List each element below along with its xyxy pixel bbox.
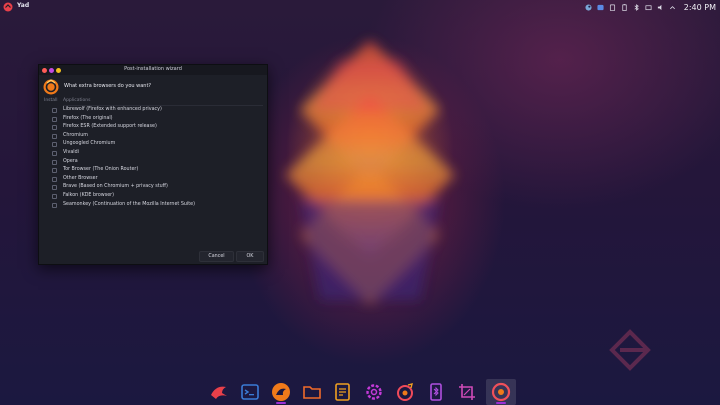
- clipboard-icon[interactable]: [609, 4, 616, 11]
- title-bar[interactable]: Post-installation wizard: [39, 65, 267, 75]
- text-editor-icon[interactable]: [332, 381, 354, 403]
- settings-gear-icon[interactable]: [363, 381, 385, 403]
- system-tray: 2:40 PM: [585, 1, 716, 13]
- column-header-applications[interactable]: Applications: [63, 98, 91, 103]
- active-app-name: Yad: [17, 2, 30, 9]
- post-installation-wizard-window: Post-installation wizard What extra brow…: [38, 64, 268, 265]
- dialog-question: What extra browsers do you want?: [64, 83, 152, 89]
- app-label: Ungoogled Chromium: [63, 141, 116, 147]
- app-label: Brave (Based on Chromium + privacy stuff…: [63, 184, 168, 190]
- app-label: Firefox ESR (Extended support release): [63, 124, 157, 130]
- window-title: Post-installation wizard: [124, 66, 182, 72]
- app-label: Chromium: [63, 132, 88, 138]
- network-icon[interactable]: [645, 4, 652, 11]
- terminal-icon[interactable]: [239, 381, 261, 403]
- steam-icon[interactable]: [585, 3, 592, 11]
- app-label: Tor Browser (The Onion Router): [63, 167, 139, 173]
- app-label: Librewolf (Firefox with enhanced privacy…: [63, 107, 162, 112]
- garuda-assistant-icon[interactable]: [394, 381, 416, 403]
- install-checkbox[interactable]: [52, 125, 57, 131]
- bluetooth-icon[interactable]: [633, 3, 640, 11]
- install-checkbox[interactable]: [52, 151, 57, 156]
- running-indicator: [496, 402, 506, 404]
- install-checkbox[interactable]: [52, 116, 57, 122]
- list-item[interactable]: Seamonkey (Continuation of the Mozilla I…: [39, 201, 267, 210]
- install-checkbox[interactable]: [52, 202, 57, 208]
- app-label: Seamonkey (Continuation of the Mozilla I…: [63, 201, 195, 207]
- app-label: Vivaldi: [63, 150, 79, 155]
- garuda-logo-icon[interactable]: [3, 2, 13, 12]
- install-checkbox[interactable]: [52, 142, 57, 148]
- app-label: Falkon (KDE browser): [63, 193, 115, 198]
- install-checkbox[interactable]: [52, 108, 57, 113]
- column-header-install[interactable]: Install: [44, 98, 58, 103]
- cancel-button[interactable]: Cancel: [199, 251, 234, 262]
- app-label: Firefox (The original): [63, 115, 113, 121]
- install-checkbox[interactable]: [52, 159, 57, 165]
- volume-icon[interactable]: [657, 4, 664, 11]
- app-label: Opera: [63, 158, 78, 164]
- discord-icon[interactable]: [597, 4, 604, 11]
- app-label: Other Browser: [63, 175, 98, 181]
- screenshot-crop-icon[interactable]: [456, 381, 478, 403]
- install-checkbox[interactable]: [52, 133, 57, 139]
- running-indicator: [276, 402, 286, 404]
- install-checkbox[interactable]: [52, 194, 57, 199]
- dock: [206, 379, 518, 405]
- install-checkbox[interactable]: [52, 168, 57, 174]
- phone-connect-icon[interactable]: [425, 381, 447, 403]
- clock[interactable]: 2:40 PM: [684, 3, 716, 12]
- battery-icon[interactable]: [621, 3, 628, 11]
- firedragon-browser-icon[interactable]: [270, 381, 292, 403]
- garuda-dialog-icon: [43, 79, 59, 95]
- install-checkbox[interactable]: [52, 176, 57, 182]
- top-panel: Yad 2:40 PM: [0, 0, 720, 14]
- garuda-launcher-icon[interactable]: [208, 381, 230, 403]
- yad-icon[interactable]: [490, 381, 512, 403]
- file-manager-icon[interactable]: [301, 381, 323, 403]
- install-checkbox[interactable]: [52, 185, 57, 191]
- chevron-up-icon[interactable]: [669, 4, 676, 11]
- ok-button[interactable]: OK: [236, 251, 264, 262]
